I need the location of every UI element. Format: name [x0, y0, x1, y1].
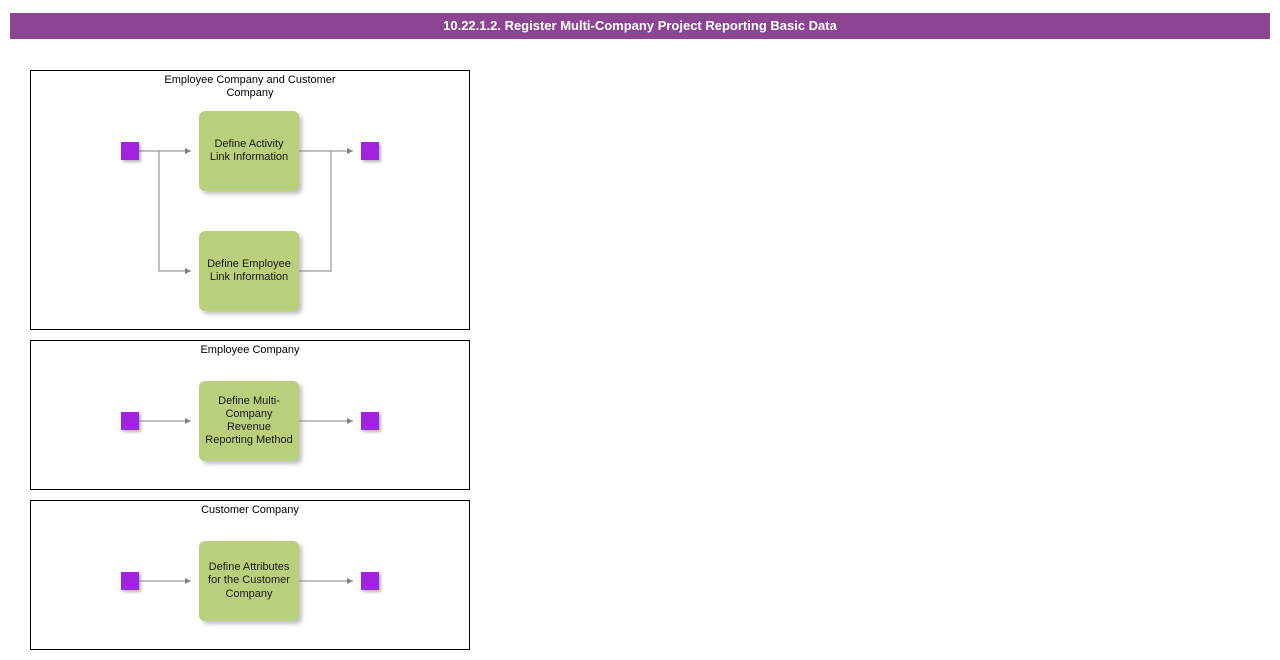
- activity-define-employee-link[interactable]: Define Employee Link Information: [199, 231, 299, 311]
- activity-label: Define Employee Link Information: [203, 258, 295, 284]
- end-gateway-icon: [361, 412, 379, 430]
- lane-customer-company: Customer Company Define Attributes for t…: [30, 500, 470, 650]
- activity-label: Define Attributes for the Customer Compa…: [203, 561, 295, 601]
- start-gateway-icon: [121, 412, 139, 430]
- lane-title: Customer Company: [31, 504, 469, 517]
- lane-employee-company: Employee Company Define Multi-Company Re…: [30, 340, 470, 490]
- end-gateway-icon: [361, 142, 379, 160]
- activity-label: Define Multi-Company Revenue Reporting M…: [203, 395, 295, 448]
- end-gateway-icon: [361, 572, 379, 590]
- start-gateway-icon: [121, 142, 139, 160]
- start-gateway-icon: [121, 572, 139, 590]
- lane-title: Employee Company and Customer Company: [140, 74, 360, 99]
- activity-define-revenue-method[interactable]: Define Multi-Company Revenue Reporting M…: [199, 381, 299, 461]
- activity-label: Define Activity Link Information: [203, 138, 295, 164]
- page-title: 10.22.1.2. Register Multi-Company Projec…: [10, 13, 1270, 39]
- lane-title: Employee Company: [31, 344, 469, 357]
- lane-employee-customer: Employee Company and Customer Company De…: [30, 70, 470, 330]
- activity-define-customer-attributes[interactable]: Define Attributes for the Customer Compa…: [199, 541, 299, 621]
- activity-define-activity-link[interactable]: Define Activity Link Information: [199, 111, 299, 191]
